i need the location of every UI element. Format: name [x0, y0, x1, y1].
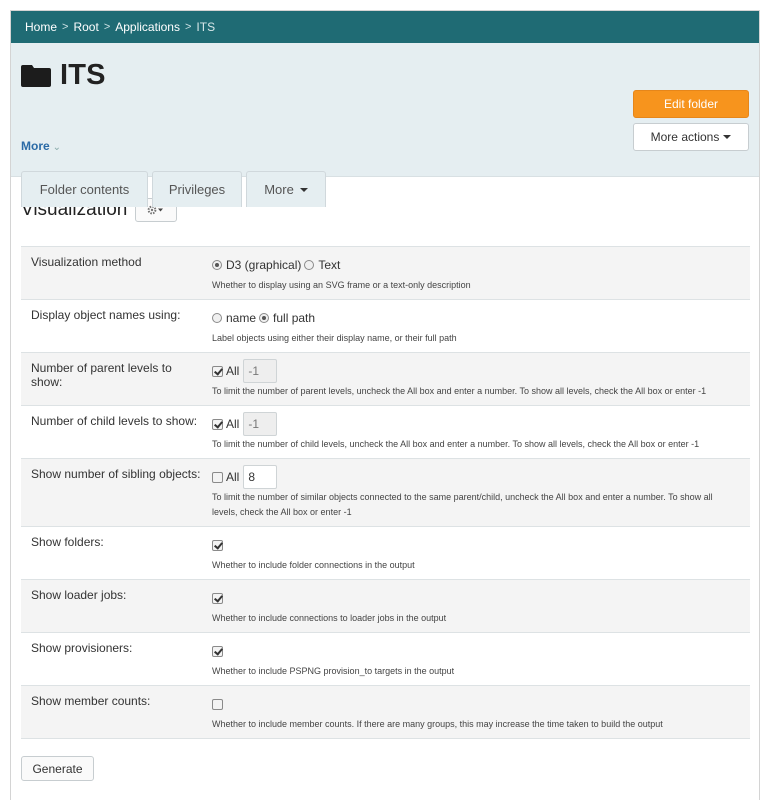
- setting-hint: To limit the number of similar objects c…: [212, 492, 713, 517]
- setting-field: name full path Label objects using eithe…: [212, 299, 750, 353]
- parent-levels-input[interactable]: -1: [243, 359, 278, 383]
- level-control: All -1: [212, 359, 740, 383]
- setting-field: Whether to include member counts. If the…: [212, 685, 750, 739]
- show-provisioners-checkbox[interactable]: [212, 645, 223, 657]
- main-content: Visualization Visualization method D3 (g…: [11, 198, 759, 781]
- tab-privileges[interactable]: Privileges: [152, 171, 242, 207]
- setting-label: Show loader jobs:: [21, 579, 212, 633]
- setting-label: Show provisioners:: [21, 632, 212, 686]
- setting-field: All -1 To limit the number of parent lev…: [212, 352, 750, 406]
- setting-label: Show number of sibling objects:: [21, 458, 212, 527]
- setting-row-show-folders: Show folders: Whether to include folder …: [21, 526, 750, 580]
- radio-full-path[interactable]: [259, 313, 270, 323]
- show-folders-checkbox[interactable]: [212, 539, 223, 551]
- setting-hint: Label objects using either their display…: [212, 333, 457, 343]
- all-checkbox[interactable]: [212, 365, 223, 377]
- visualization-settings-table: Visualization method D3 (graphical) Text…: [21, 246, 750, 739]
- checkbox-control: [212, 588, 740, 608]
- title-row: ITS: [21, 59, 106, 92]
- edit-folder-button[interactable]: Edit folder: [633, 90, 749, 118]
- level-control: All 8: [212, 465, 740, 489]
- tab-more[interactable]: More: [246, 171, 326, 207]
- radio-group: name full path: [212, 308, 740, 328]
- breadcrumb-root[interactable]: Root: [73, 20, 98, 34]
- tab-more-label: More: [264, 182, 294, 197]
- more-link-label: More: [21, 139, 50, 153]
- checkbox-label: All: [226, 364, 240, 378]
- setting-field: All 8 To limit the number of similar obj…: [212, 458, 750, 527]
- setting-field: Whether to include connections to loader…: [212, 579, 750, 633]
- checkbox-control: [212, 694, 740, 714]
- radio-text[interactable]: [304, 260, 315, 270]
- show-member-counts-checkbox[interactable]: [212, 698, 223, 710]
- radio-label: name: [226, 311, 257, 325]
- setting-field: Whether to include PSPNG provision_to ta…: [212, 632, 750, 686]
- more-actions-label: More actions: [650, 130, 720, 144]
- more-menu-link[interactable]: More ⌄: [21, 139, 61, 153]
- setting-hint: To limit the number of child levels, unc…: [212, 439, 700, 449]
- setting-field: Whether to include folder connections in…: [212, 526, 750, 580]
- radio-label: full path: [273, 311, 316, 325]
- child-levels-input[interactable]: -1: [243, 412, 278, 436]
- setting-hint: Whether to include folder connections in…: [212, 560, 415, 570]
- radio-group: D3 (graphical) Text: [212, 255, 740, 275]
- setting-row-parent-levels: Number of parent levels to show: All -1 …: [21, 352, 750, 406]
- setting-row-child-levels: Number of child levels to show: All -1 T…: [21, 405, 750, 459]
- setting-row-display-names: Display object names using: name full pa…: [21, 299, 750, 353]
- all-checkbox[interactable]: [212, 418, 223, 430]
- breadcrumb-applications[interactable]: Applications: [115, 20, 180, 34]
- caret-down-icon: [299, 187, 308, 192]
- folder-header: ITS More ⌄ Edit folder More actions Folde…: [11, 43, 759, 207]
- setting-row-sibling-objects: Show number of sibling objects: All 8 To…: [21, 458, 750, 527]
- breadcrumb: Home > Root > Applications > ITS: [11, 11, 759, 43]
- tab-folder-contents[interactable]: Folder contents: [21, 171, 148, 207]
- setting-row-show-member-counts: Show member counts: Whether to include m…: [21, 685, 750, 739]
- setting-row-show-provisioners: Show provisioners: Whether to include PS…: [21, 632, 750, 686]
- chevron-down-icon: ⌄: [52, 142, 62, 153]
- radio-label: D3 (graphical): [226, 258, 302, 272]
- setting-hint: To limit the number of parent levels, un…: [212, 386, 707, 396]
- checkbox-control: [212, 535, 740, 555]
- checkbox-label: All: [226, 470, 240, 484]
- breadcrumb-separator: >: [103, 21, 111, 33]
- setting-field: All -1 To limit the number of child leve…: [212, 405, 750, 459]
- checkbox-label: All: [226, 417, 240, 431]
- setting-label: Show member counts:: [21, 685, 212, 739]
- setting-field: D3 (graphical) Text Whether to display u…: [212, 246, 750, 300]
- more-actions-button[interactable]: More actions: [633, 123, 749, 151]
- setting-hint: Whether to display using an SVG frame or…: [212, 280, 471, 290]
- tab-bar: Folder contents Privileges More: [21, 171, 330, 207]
- setting-label: Display object names using:: [21, 299, 212, 353]
- breadcrumb-separator: >: [62, 21, 69, 33]
- setting-label: Show folders:: [21, 526, 212, 580]
- setting-label: Number of child levels to show:: [21, 405, 212, 459]
- breadcrumb-home[interactable]: Home: [25, 20, 57, 34]
- radio-name[interactable]: [212, 313, 222, 323]
- setting-label: Number of parent levels to show:: [21, 352, 212, 406]
- setting-hint: Whether to include connections to loader…: [212, 613, 447, 623]
- page-frame: Home > Root > Applications > ITS ITS Mor…: [10, 10, 760, 800]
- setting-row-show-loader-jobs: Show loader jobs: Whether to include con…: [21, 579, 750, 633]
- setting-label: Visualization method: [21, 246, 212, 300]
- setting-hint: Whether to include PSPNG provision_to ta…: [212, 666, 455, 676]
- breadcrumb-current: ITS: [196, 20, 216, 34]
- page-title: ITS: [60, 59, 106, 91]
- checkbox-control: [212, 641, 740, 661]
- setting-hint: Whether to include member counts. If the…: [212, 719, 663, 729]
- breadcrumb-separator: >: [184, 21, 192, 33]
- generate-button[interactable]: Generate: [21, 756, 94, 781]
- sibling-count-input[interactable]: 8: [243, 465, 278, 489]
- radio-label: Text: [318, 258, 341, 272]
- radio-d3-graphical[interactable]: [212, 260, 222, 270]
- caret-down-icon: [723, 135, 732, 139]
- all-checkbox[interactable]: [212, 471, 223, 483]
- folder-icon: [21, 64, 51, 87]
- level-control: All -1: [212, 412, 740, 436]
- show-loader-jobs-checkbox[interactable]: [212, 592, 223, 604]
- setting-row-visualization-method: Visualization method D3 (graphical) Text…: [21, 246, 750, 300]
